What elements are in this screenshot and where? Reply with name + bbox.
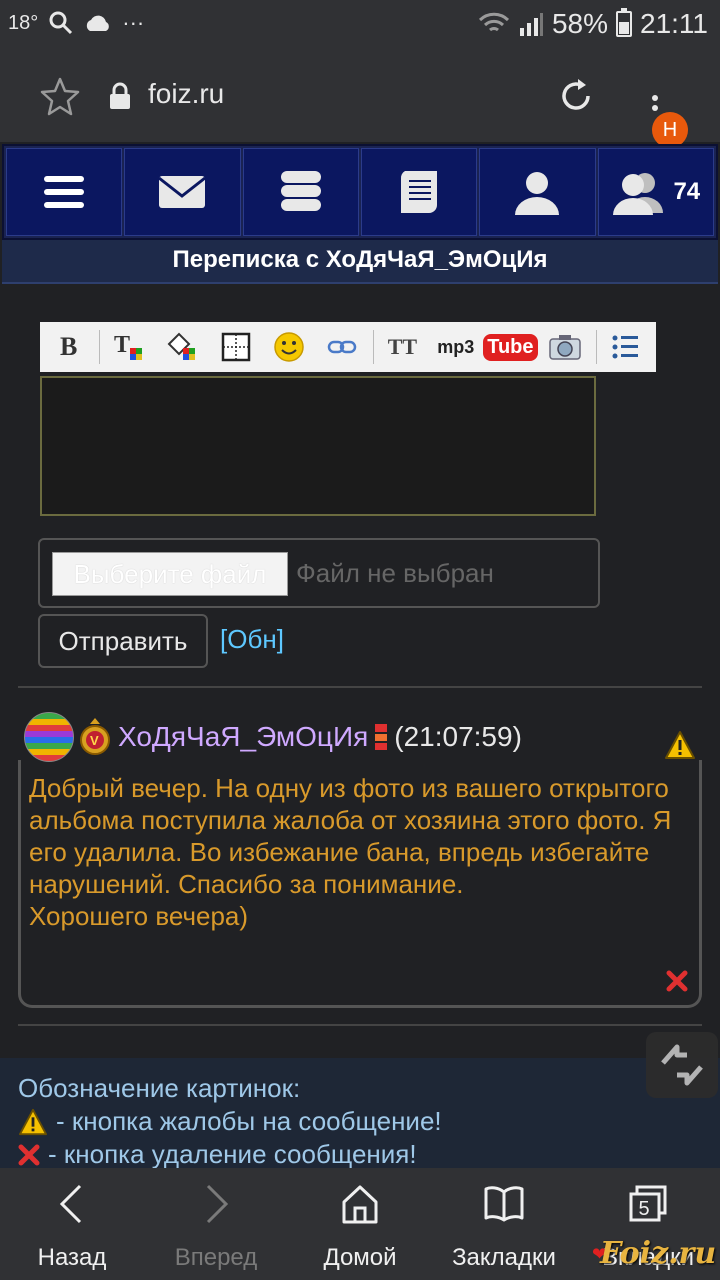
chat-stack-icon <box>280 171 321 211</box>
refresh-link[interactable]: [Обн] <box>220 624 284 655</box>
nav-online[interactable]: 74 <box>597 148 714 236</box>
address-bar[interactable]: foiz.ru <box>148 78 224 110</box>
users-icon <box>613 173 664 215</box>
chevron-right-icon <box>206 1184 229 1224</box>
toolbar-divider <box>372 330 374 364</box>
status-bar: 18° ··· 58% 21:11 <box>0 0 720 50</box>
forward-button[interactable]: Вперед <box>144 1168 288 1280</box>
smiley-button[interactable] <box>266 327 311 367</box>
divider <box>18 1024 702 1026</box>
tabs-count: 5 <box>638 1198 650 1220</box>
toolbar-divider <box>595 330 597 364</box>
envelope-icon <box>158 176 207 208</box>
toolbar-divider <box>99 330 101 364</box>
legend-delete: - кнопка удаление сообщения! <box>18 1138 702 1171</box>
nav-menu[interactable] <box>6 148 123 236</box>
temperature: 18° <box>8 11 39 34</box>
signal-icon <box>519 13 543 36</box>
book-icon <box>484 1186 524 1222</box>
delete-icon[interactable] <box>666 970 688 992</box>
mp3-button[interactable]: mp3 <box>433 327 478 367</box>
smiley-icon <box>274 332 304 362</box>
legend-complaint-text: - кнопка жалобы на сообщение! <box>56 1106 442 1136</box>
message-author[interactable]: ХоДяЧаЯ_ЭмОцИя <box>118 721 368 753</box>
svg-text:T: T <box>114 332 130 358</box>
youtube-button[interactable]: Tube <box>483 327 538 367</box>
hamburger-icon <box>44 176 85 208</box>
choose-file-button[interactable]: Выберите файл <box>52 552 288 596</box>
nav-mail[interactable] <box>124 148 241 236</box>
camera-icon <box>549 335 581 360</box>
rank-badge-icon: V <box>80 718 110 755</box>
message-header: V ХоДяЧаЯ_ЭмОцИя (21:07:59) <box>24 712 522 762</box>
watermark: Foiz.ru <box>600 1236 717 1271</box>
medal-icon <box>375 724 388 750</box>
message-time: (21:07:59) <box>394 721 522 752</box>
background-color-button[interactable] <box>160 327 205 367</box>
wifi-icon <box>478 12 510 32</box>
document-icon <box>401 171 438 213</box>
battery-icon <box>616 8 632 37</box>
bookmarks-label: Закладки <box>452 1244 556 1271</box>
nav-news[interactable] <box>360 148 478 236</box>
youtube-icon: Tube <box>483 333 538 361</box>
legend-complaint: - кнопка жалобы на сообщение! <box>18 1105 702 1138</box>
text-color-icon: T <box>114 332 142 360</box>
reload-icon[interactable] <box>556 76 596 116</box>
editor-toolbar: B T TT mp3 Tube <box>40 322 656 372</box>
battery-percent: 58% <box>551 8 608 39</box>
profile-badge[interactable]: H <box>652 112 688 148</box>
back-button[interactable]: Назад <box>0 1168 144 1280</box>
lock-icon <box>110 82 130 109</box>
star-icon[interactable] <box>40 76 80 116</box>
message-card: Добрый вечер. На одну из фото из вашего … <box>18 760 702 1008</box>
user-icon <box>515 172 560 215</box>
legend-delete-text: - кнопка удаление сообщения! <box>48 1139 417 1169</box>
online-count: 74 <box>673 178 701 205</box>
font-size-button[interactable]: TT <box>380 327 425 367</box>
send-button[interactable]: Отправить <box>38 614 208 668</box>
complaint-icon[interactable] <box>664 730 696 760</box>
divider <box>18 686 702 688</box>
cloud-icon <box>87 15 110 31</box>
clock: 21:11 <box>640 8 708 39</box>
home-icon <box>342 1185 378 1224</box>
nav-forum[interactable] <box>242 148 359 236</box>
nav-profile[interactable] <box>479 148 596 236</box>
bold-button[interactable]: B <box>46 327 91 367</box>
link-button[interactable] <box>320 327 365 367</box>
legend-title: Обозначение картинок: <box>18 1073 301 1103</box>
file-upload: Выберите файл Файл не выбран <box>38 538 600 608</box>
paint-bucket-icon <box>167 332 196 360</box>
chevron-left-icon <box>59 1184 82 1224</box>
sync-icon <box>661 1044 703 1086</box>
warning-icon <box>19 1108 47 1135</box>
file-status: Файл не выбран <box>296 558 494 588</box>
avatar[interactable] <box>24 712 74 762</box>
link-icon <box>327 340 357 354</box>
site-nav: 74 <box>2 144 718 240</box>
home-label: Домой <box>323 1244 397 1271</box>
browser-toolbar: foiz.ru H <box>0 50 720 148</box>
list-button[interactable] <box>603 327 648 367</box>
back-label: Назад <box>37 1244 107 1271</box>
forward-label: Вперед <box>174 1244 258 1271</box>
bookmarks-button[interactable]: Закладки <box>432 1168 576 1280</box>
table-button[interactable] <box>213 327 258 367</box>
sync-button[interactable] <box>646 1032 718 1098</box>
list-icon <box>612 335 639 359</box>
svg-text:V: V <box>90 733 99 748</box>
photo-button[interactable] <box>542 327 587 367</box>
table-icon <box>221 332 250 362</box>
icon-legend: Обозначение картинок: - кнопка жалобы на… <box>0 1058 720 1170</box>
text-color-button[interactable]: T <box>106 327 151 367</box>
notification-dots: ··· <box>122 10 145 35</box>
page-title: Переписка с ХоДяЧаЯ_ЭмОцИя <box>2 240 718 284</box>
search-icon <box>49 11 73 35</box>
message-text: Добрый вечер. На одну из фото из вашего … <box>29 773 672 931</box>
home-button[interactable]: Домой <box>288 1168 432 1280</box>
cross-icon <box>18 1144 40 1165</box>
message-textarea[interactable] <box>40 376 596 516</box>
